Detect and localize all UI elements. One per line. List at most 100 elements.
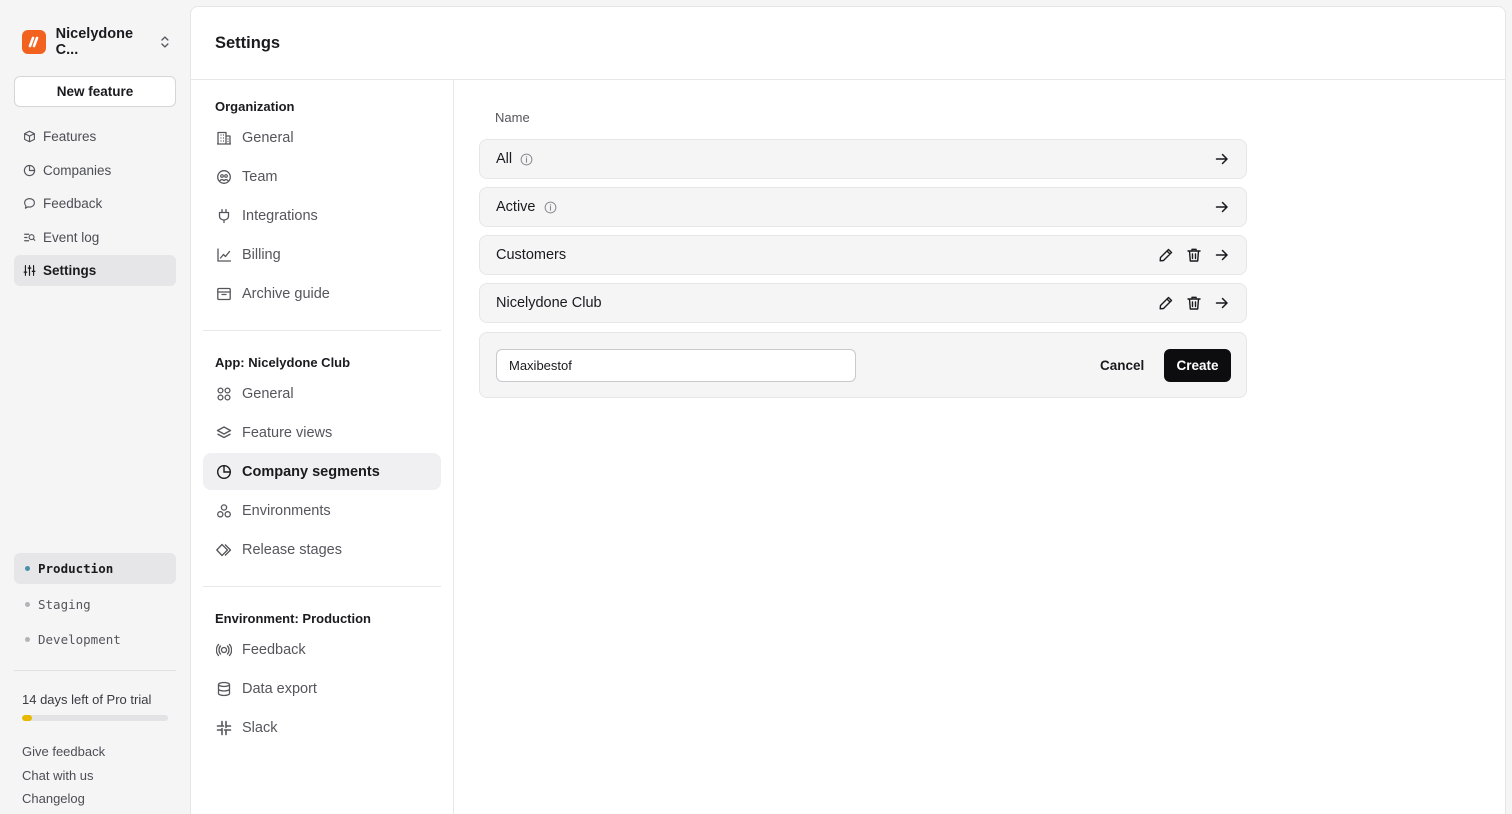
- org-name: Nicelydone C...: [55, 26, 134, 58]
- archive-icon: [217, 287, 231, 300]
- settings-section-app: App: Nicelydone Club General Feature vie…: [203, 353, 441, 568]
- info-icon[interactable]: [520, 153, 533, 166]
- app-sidebar: Nicelydone C... New feature Features Com…: [0, 0, 190, 814]
- env-label: Production: [38, 561, 114, 576]
- database-icon: [217, 681, 231, 696]
- nav-item-label: Companies: [43, 162, 112, 178]
- settings-item-archive-guide[interactable]: Archive guide: [203, 275, 441, 312]
- nav-item-label: Settings: [43, 263, 97, 278]
- building-icon: [217, 131, 231, 145]
- settings-item-env-feedback[interactable]: Feedback: [203, 631, 441, 668]
- env-staging[interactable]: Staging: [14, 589, 176, 620]
- settings-divider: [203, 586, 441, 587]
- create-button[interactable]: Create: [1164, 349, 1231, 382]
- give-feedback-link[interactable]: Give feedback: [22, 743, 105, 767]
- segment-name: Nicelydone Club: [496, 295, 602, 311]
- nav-item-features[interactable]: Features: [14, 121, 176, 152]
- settings-item-label: Integrations: [242, 207, 318, 224]
- settings-divider: [203, 330, 441, 331]
- segment-row-customers[interactable]: Customers: [479, 235, 1247, 275]
- settings-item-org-general[interactable]: General: [203, 119, 441, 156]
- settings-item-label: Environments: [242, 502, 331, 519]
- nav-item-event-log[interactable]: Event log: [14, 222, 176, 253]
- name-column-header: Name: [495, 110, 530, 125]
- env-production[interactable]: Production: [14, 553, 176, 584]
- cube-icon: [24, 130, 35, 143]
- settings-nav: Organization General Team Integrations B…: [191, 80, 454, 814]
- settings-item-label: General: [242, 385, 294, 402]
- settings-item-label: Data export: [242, 680, 317, 697]
- trial-status: 14 days left of Pro trial: [22, 692, 152, 707]
- settings-item-billing[interactable]: Billing: [203, 236, 441, 273]
- segment-row-all[interactable]: All: [479, 139, 1247, 179]
- sliders-icon: [23, 265, 36, 276]
- layers-icon: [216, 425, 232, 438]
- env-status-dot: [25, 637, 30, 642]
- diamond-icon: [216, 543, 232, 556]
- settings-item-label: General: [242, 129, 294, 146]
- segment-actions: [1214, 199, 1230, 215]
- pie-chart-icon: [216, 464, 232, 479]
- settings-item-app-general[interactable]: General: [203, 375, 441, 412]
- env-development[interactable]: Development: [14, 624, 176, 655]
- chevron-up-down-icon: [161, 36, 169, 48]
- settings-item-label: Archive guide: [242, 285, 330, 302]
- pie-chart-icon: [23, 164, 36, 176]
- env-status-dot: [25, 566, 30, 571]
- event-log-icon: [24, 233, 36, 241]
- new-feature-button[interactable]: New feature: [14, 76, 176, 107]
- settings-item-environments[interactable]: Environments: [203, 492, 441, 529]
- settings-item-slack[interactable]: Slack: [203, 709, 441, 746]
- nav-item-label: Feedback: [43, 196, 103, 211]
- settings-item-label: Team: [242, 168, 278, 185]
- settings-section-organization: Organization General Team Integrations B…: [203, 97, 441, 312]
- settings-item-integrations[interactable]: Integrations: [203, 197, 441, 234]
- segment-row-nicelydone-club[interactable]: Nicelydone Club: [479, 283, 1247, 323]
- org-logo: [22, 30, 46, 54]
- env-label: Staging: [38, 596, 91, 612]
- settings-item-data-export[interactable]: Data export: [203, 670, 441, 707]
- changelog-link[interactable]: Changelog: [22, 790, 105, 814]
- settings-item-label: Billing: [242, 246, 281, 263]
- nav-item-feedback[interactable]: Feedback: [14, 188, 176, 219]
- new-segment-form: Cancel Create: [479, 332, 1247, 398]
- main-panel: Settings Organization General Team Integ…: [190, 6, 1506, 814]
- settings-item-feature-views[interactable]: Feature views: [203, 414, 441, 451]
- arrow-right-icon[interactable]: [1214, 199, 1230, 215]
- trash-icon[interactable]: [1186, 247, 1202, 263]
- team-icon: [217, 169, 231, 184]
- settings-item-company-segments[interactable]: Company segments: [203, 453, 441, 490]
- plug-icon: [218, 208, 230, 223]
- chat-with-us-link[interactable]: Chat with us: [22, 767, 105, 791]
- sidebar-divider: [14, 670, 176, 671]
- nav-item-label: Features: [43, 129, 97, 144]
- nav-item-settings[interactable]: Settings: [14, 255, 176, 286]
- org-switcher[interactable]: Nicelydone C...: [22, 26, 172, 58]
- page-title: Settings: [215, 34, 281, 52]
- trial-progress-fill: [22, 715, 33, 721]
- segment-row-active[interactable]: Active: [479, 187, 1247, 227]
- env-label: Development: [38, 632, 121, 647]
- nav-item-companies[interactable]: Companies: [14, 155, 176, 186]
- footer-links: Give feedback Chat with us Changelog: [22, 743, 105, 814]
- segment-name: All: [496, 151, 513, 167]
- arrow-right-icon[interactable]: [1214, 295, 1230, 311]
- info-icon[interactable]: [544, 201, 557, 214]
- chat-bubble-icon: [24, 198, 35, 209]
- pencil-icon[interactable]: [1158, 247, 1174, 263]
- arrow-right-icon[interactable]: [1214, 151, 1230, 167]
- nav-item-label: Event log: [43, 229, 100, 245]
- trash-icon[interactable]: [1186, 295, 1202, 311]
- segment-name-input[interactable]: [496, 349, 856, 382]
- environments-icon: [217, 503, 231, 518]
- settings-item-team[interactable]: Team: [203, 158, 441, 195]
- pencil-icon[interactable]: [1158, 295, 1174, 311]
- page-header: Settings: [191, 7, 1505, 80]
- arrow-right-icon[interactable]: [1214, 247, 1230, 263]
- cancel-button[interactable]: Cancel: [1092, 349, 1152, 382]
- settings-item-label: Feedback: [242, 641, 306, 658]
- settings-item-label: Feature views: [242, 424, 333, 441]
- settings-item-release-stages[interactable]: Release stages: [203, 531, 441, 568]
- settings-item-label: Slack: [242, 719, 278, 736]
- slack-icon: [216, 720, 232, 735]
